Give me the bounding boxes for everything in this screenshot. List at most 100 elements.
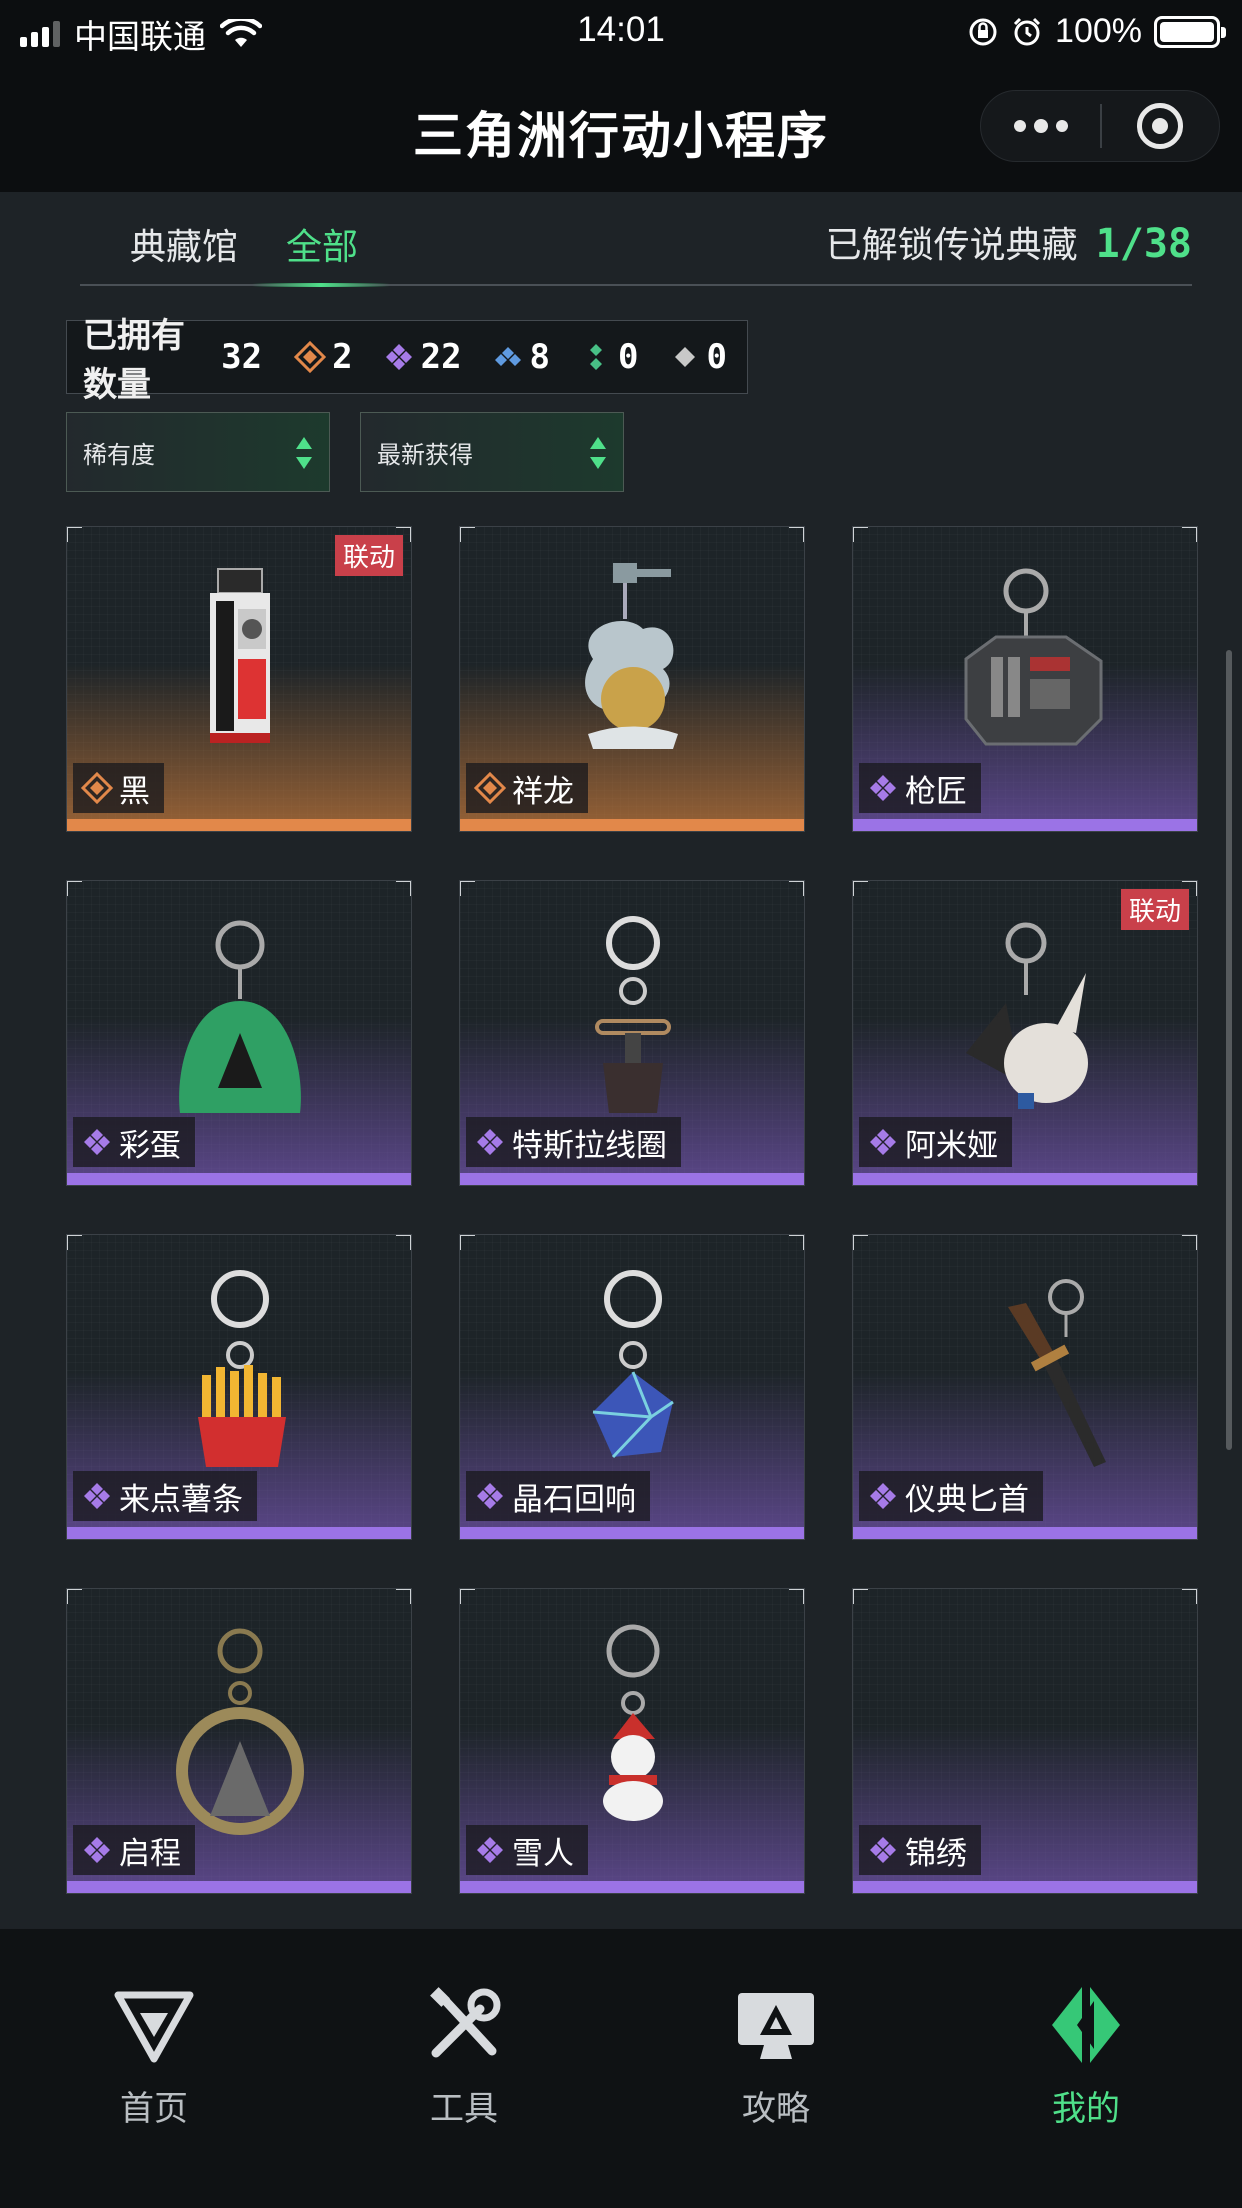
- nav-home-label: 首页: [120, 2089, 188, 2129]
- unlock-label: 已解锁传说典藏: [825, 225, 1078, 266]
- blue-count: 8: [529, 337, 551, 377]
- item-card[interactable]: 锦绣: [852, 1588, 1198, 1894]
- rarity-count-green: 0: [580, 337, 639, 377]
- collection-tabs: 典藏馆 全部 已解锁传说典藏 1/38: [80, 192, 1192, 287]
- item-card[interactable]: 联动 阿米娅: [852, 880, 1198, 1186]
- rarity-filter-dropdown[interactable]: 稀有度: [66, 412, 330, 492]
- nav-tools[interactable]: 工具: [364, 1983, 564, 2130]
- tesla-coil-pendant-icon: [595, 916, 671, 1113]
- card-corner: [789, 881, 804, 896]
- item-label: 枪匠: [859, 763, 981, 813]
- status-bar: 中国联通 14:01 100%: [0, 0, 1242, 62]
- purple-rarity-icon: [84, 1837, 110, 1863]
- purple-rarity-icon: [477, 1483, 503, 1509]
- orange-rarity-icon: [81, 772, 113, 804]
- battery-icon: [1154, 15, 1226, 48]
- rarity-bar: [67, 819, 411, 831]
- close-miniprogram-button[interactable]: [1102, 90, 1219, 162]
- guide-monitor-icon: [738, 1993, 814, 2059]
- purple-rarity-icon: [385, 344, 412, 370]
- item-name: 特斯拉线圈: [512, 1127, 667, 1164]
- item-card[interactable]: 雪人: [459, 1588, 805, 1894]
- item-label: 黑: [73, 763, 164, 813]
- item-name: 启程: [119, 1835, 181, 1872]
- nav-profile[interactable]: 我的: [986, 1983, 1186, 2130]
- item-label: 彩蛋: [73, 1117, 195, 1167]
- nav-guide[interactable]: 攻略: [676, 1983, 876, 2130]
- scrollbar[interactable]: [1226, 650, 1232, 1450]
- green-rarity-icon: [590, 344, 603, 370]
- card-corner: [1182, 527, 1197, 542]
- green-egg-pendant-icon: [179, 920, 301, 1113]
- item-card[interactable]: 枪匠: [852, 526, 1198, 832]
- orientation-lock-icon: [969, 18, 997, 45]
- item-label: 特斯拉线圈: [466, 1117, 681, 1167]
- miniprogram-capsule: [980, 90, 1220, 162]
- snowman-pendant-icon: [603, 1624, 663, 1821]
- card-corner: [1182, 1589, 1197, 1604]
- tab-all[interactable]: 全部: [286, 218, 358, 270]
- item-card[interactable]: 晶石回响: [459, 1234, 805, 1540]
- unlock-count: 1/38: [1095, 221, 1192, 267]
- purple-rarity-icon: [870, 775, 896, 801]
- purple-rarity-icon: [477, 1129, 503, 1155]
- purple-count: 22: [420, 337, 462, 377]
- crystal-pendant-icon: [592, 1270, 674, 1459]
- item-card[interactable]: 彩蛋: [66, 880, 412, 1186]
- item-name: 来点薯条: [119, 1481, 243, 1518]
- item-card[interactable]: 联动 黑: [66, 526, 412, 832]
- card-corner: [460, 1235, 475, 1250]
- card-corner: [67, 881, 82, 896]
- rarity-count-purple: 22: [383, 337, 462, 377]
- item-card[interactable]: 祥龙: [459, 526, 805, 832]
- owned-summary: 已拥有数量 32 2 22 8 0 0: [66, 316, 748, 405]
- item-card[interactable]: 来点薯条: [66, 1234, 412, 1540]
- item-label: 祥龙: [466, 763, 588, 813]
- card-corner: [789, 1235, 804, 1250]
- rarity-bar: [853, 1527, 1197, 1539]
- medal-pendant-icon: [176, 1628, 304, 1835]
- rarity-bar: [67, 1527, 411, 1539]
- item-name: 枪匠: [905, 773, 967, 810]
- card-corner: [460, 881, 475, 896]
- nav-tools-label: 工具: [430, 2089, 498, 2129]
- item-name: 锦绣: [905, 1835, 967, 1872]
- title-bar: 三角洲行动小程序: [0, 62, 1242, 192]
- orange-count: 2: [332, 337, 353, 377]
- more-options-button[interactable]: [981, 90, 1100, 162]
- card-corner: [853, 527, 868, 542]
- card-corner: [67, 1589, 82, 1604]
- rarity-count-white: 0: [669, 337, 727, 377]
- rarity-bar: [460, 1173, 804, 1185]
- white-count: 0: [706, 337, 727, 377]
- nav-home[interactable]: 首页: [54, 1983, 254, 2130]
- card-corner: [789, 1589, 804, 1604]
- rarity-bar: [853, 1881, 1197, 1893]
- item-label: 阿米娅: [859, 1117, 1012, 1167]
- blue-rarity-icon: [494, 347, 521, 366]
- tools-icon: [430, 1987, 501, 2058]
- item-card[interactable]: 仪典匕首: [852, 1234, 1198, 1540]
- battery-percent: 100%: [1055, 12, 1142, 50]
- card-corner: [853, 1235, 868, 1250]
- card-corner: [460, 1589, 475, 1604]
- item-card[interactable]: 特斯拉线圈: [459, 880, 805, 1186]
- item-label: 启程: [73, 1825, 195, 1875]
- item-name: 晶石回响: [512, 1481, 636, 1518]
- tab-collection-hall[interactable]: 典藏馆: [130, 218, 238, 270]
- item-label: 来点薯条: [73, 1471, 257, 1521]
- item-name: 阿米娅: [905, 1127, 998, 1164]
- item-name: 彩蛋: [119, 1127, 181, 1164]
- item-card[interactable]: 启程: [66, 1588, 412, 1894]
- rarity-bar: [460, 1881, 804, 1893]
- purple-rarity-icon: [84, 1129, 110, 1155]
- purple-rarity-icon: [870, 1129, 896, 1155]
- tool-case-pendant-icon: [964, 568, 1103, 746]
- sort-order-dropdown[interactable]: 最新获得: [360, 412, 624, 492]
- rarity-bar: [460, 819, 804, 831]
- rarity-bar: [853, 819, 1197, 831]
- rarity-filter-label: 稀有度: [83, 440, 155, 469]
- sort-arrows-icon: [590, 437, 606, 469]
- dragon-pendant-icon: [585, 563, 678, 749]
- rarity-bar: [67, 1173, 411, 1185]
